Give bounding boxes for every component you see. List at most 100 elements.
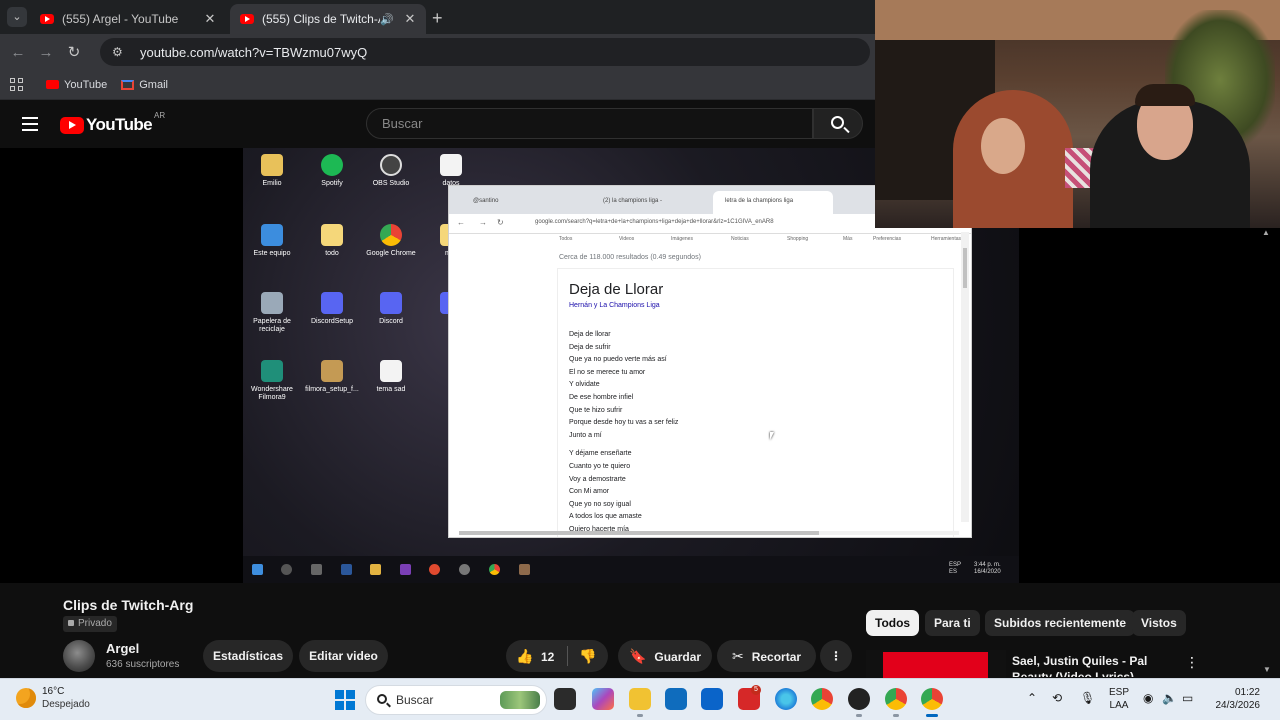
url-text: youtube.com/watch?v=TBWzmu07wyQ <box>140 44 368 60</box>
lyrics-card: Deja de Llorar Hernán y La Champions Lig… <box>557 268 954 537</box>
site-info-icon[interactable]: ⚙ <box>112 45 126 59</box>
chrome-profile-icon[interactable] <box>885 688 907 717</box>
scroll-up-arrow-icon[interactable]: ▲ <box>1262 228 1274 240</box>
chip-todos[interactable]: Todos <box>866 610 920 636</box>
like-dislike-group: 👍 12 👎 <box>506 640 608 672</box>
like-icon[interactable]: 👍 <box>516 648 533 665</box>
file-explorer-icon[interactable] <box>629 688 651 717</box>
edit-video-button[interactable]: Editar video <box>299 640 388 672</box>
tab-argel-youtube[interactable]: (555) Argel - YouTube ✕ <box>30 4 226 34</box>
desktop-icon: OBS Studio <box>363 154 419 188</box>
youtube-header: YouTube AR Buscar <box>0 100 875 148</box>
scissors-icon: ✂ <box>731 648 744 664</box>
tray-overflow-icon[interactable]: ⌃ <box>1027 691 1037 705</box>
youtube-favicon-icon <box>40 14 54 24</box>
weather-description[interactable]: Despejado <box>42 699 90 710</box>
apps-grid-icon[interactable] <box>10 77 24 92</box>
chip-vistos[interactable]: Vistos <box>1132 610 1186 636</box>
notification-badge: 5 <box>751 685 761 695</box>
tab-title: (555) Argel - YouTube <box>62 12 179 26</box>
more-actions-button[interactable]: ⋮ <box>820 640 852 672</box>
inner-scrollbar <box>961 232 969 522</box>
obs-icon[interactable] <box>848 688 870 717</box>
like-count: 12 <box>541 650 555 664</box>
wifi-icon[interactable]: ◉ <box>1143 691 1153 705</box>
desktop-icon: todo <box>304 224 360 258</box>
desktop-icon: Google Chrome <box>363 224 419 258</box>
bookmark-youtube[interactable]: YouTube <box>46 79 107 91</box>
country-code: AR <box>154 111 166 120</box>
related-more-icon[interactable]: ⋮ <box>1185 654 1199 671</box>
stats-button[interactable]: Estadísticas <box>203 640 293 672</box>
privacy-badge: Privado <box>63 616 117 632</box>
desktop-icon: datos <box>423 154 479 188</box>
mouse-cursor-icon <box>770 432 774 440</box>
desktop-icon: DiscordSetup <box>304 292 360 326</box>
windows-start-icon[interactable] <box>335 690 355 710</box>
youtube-play-icon <box>60 116 84 134</box>
temperature[interactable]: 16°C <box>42 686 64 697</box>
folder-icon <box>370 564 381 575</box>
inner-lang: ESP ES <box>949 562 962 575</box>
channel-avatar[interactable] <box>63 640 95 672</box>
new-tab-button[interactable]: + <box>432 8 443 29</box>
dislike-icon[interactable]: 👎 <box>579 648 596 665</box>
copilot-icon[interactable] <box>592 688 614 710</box>
bookmark-icon: 🔖 <box>628 648 647 664</box>
app-l-icon[interactable]: 5 <box>738 685 761 710</box>
related-video-thumbnail[interactable] <box>866 650 1006 680</box>
sync-icon[interactable]: ⟲ <box>1052 691 1062 705</box>
clip-button[interactable]: ✂ Recortar <box>717 640 816 672</box>
youtube-logo[interactable]: YouTube AR <box>60 111 165 135</box>
reload-button[interactable]: ↻ <box>60 43 88 61</box>
desktop-icon: Este equipo <box>244 224 300 258</box>
chrome-icon[interactable] <box>811 688 833 710</box>
close-tab-icon[interactable]: ✕ <box>402 11 418 27</box>
tab-title: (555) Clips de Twitch-Arg - <box>262 12 380 26</box>
desktop-icon: filmora_setup_f... <box>304 360 360 394</box>
search-highlight-image <box>500 691 540 709</box>
desktop-icon: Spotify <box>304 154 360 188</box>
language-indicator[interactable]: ESP LAA <box>1109 686 1129 712</box>
bookmark-label: YouTube <box>64 78 108 91</box>
inner-taskbar: ESP ES 3:44 p. m. 16/4/2020 <box>243 556 1019 583</box>
volume-icon[interactable]: 🔈 <box>1162 691 1177 705</box>
tab-clips-twitch[interactable]: (555) Clips de Twitch-Arg - 🔊 ✕ <box>230 4 426 34</box>
battery-icon[interactable]: ▭ <box>1182 691 1193 705</box>
bookmark-gmail[interactable]: Gmail <box>121 79 168 91</box>
search-input[interactable]: Buscar <box>366 108 813 139</box>
taskbar-clock[interactable]: 01:22 24/3/2026 <box>1212 686 1261 712</box>
taskbar-search[interactable]: Buscar <box>365 685 547 715</box>
related-video-title[interactable]: Sael, Justin Quiles - Pal Beauty (Video … <box>1012 653 1180 677</box>
store-icon[interactable] <box>665 688 687 710</box>
microphone-icon[interactable]: 🎙 <box>1080 691 1095 705</box>
lock-icon <box>68 620 74 626</box>
search-icon <box>281 564 292 575</box>
chip-recent[interactable]: Subidos recientemente <box>985 610 1136 636</box>
speaker-icon[interactable]: 🔊 <box>380 13 394 26</box>
close-tab-icon[interactable]: ✕ <box>202 11 218 27</box>
back-button[interactable]: ← <box>4 44 32 61</box>
chip-para-ti[interactable]: Para ti <box>925 610 980 636</box>
weather-moon-icon[interactable] <box>16 688 36 708</box>
forward-button[interactable]: → <box>32 44 60 61</box>
inner-hscrollbar <box>459 531 959 535</box>
task-view-icon[interactable] <box>554 688 576 710</box>
chrome-active-icon[interactable] <box>921 688 943 717</box>
outlook-icon[interactable] <box>701 688 723 710</box>
song-title: Deja de Llorar <box>569 281 664 298</box>
edge-icon[interactable] <box>775 688 797 710</box>
scroll-down-arrow-icon[interactable]: ▼ <box>1263 665 1271 674</box>
video-title: Clips de Twitch-Arg <box>63 597 194 613</box>
word-icon <box>341 564 352 575</box>
address-bar[interactable]: ⚙ youtube.com/watch?v=TBWzmu07wyQ <box>100 38 870 66</box>
search-button[interactable] <box>813 108 863 139</box>
inner-tab: (2) la champions liga - <box>603 198 663 204</box>
channel-name[interactable]: Argel <box>106 641 139 656</box>
menu-icon[interactable] <box>22 117 38 131</box>
tab-search-button[interactable]: ⌄ <box>7 7 27 27</box>
google-search-tabs: Todos Videos Imágenes Noticias Shopping … <box>559 236 962 242</box>
lyrics-text: Deja de llorar Deja de sufrir Que ya no … <box>569 331 679 533</box>
desktop-icon: Papelera de reciclaje <box>244 292 300 334</box>
save-button[interactable]: 🔖 Guardar <box>618 640 712 672</box>
